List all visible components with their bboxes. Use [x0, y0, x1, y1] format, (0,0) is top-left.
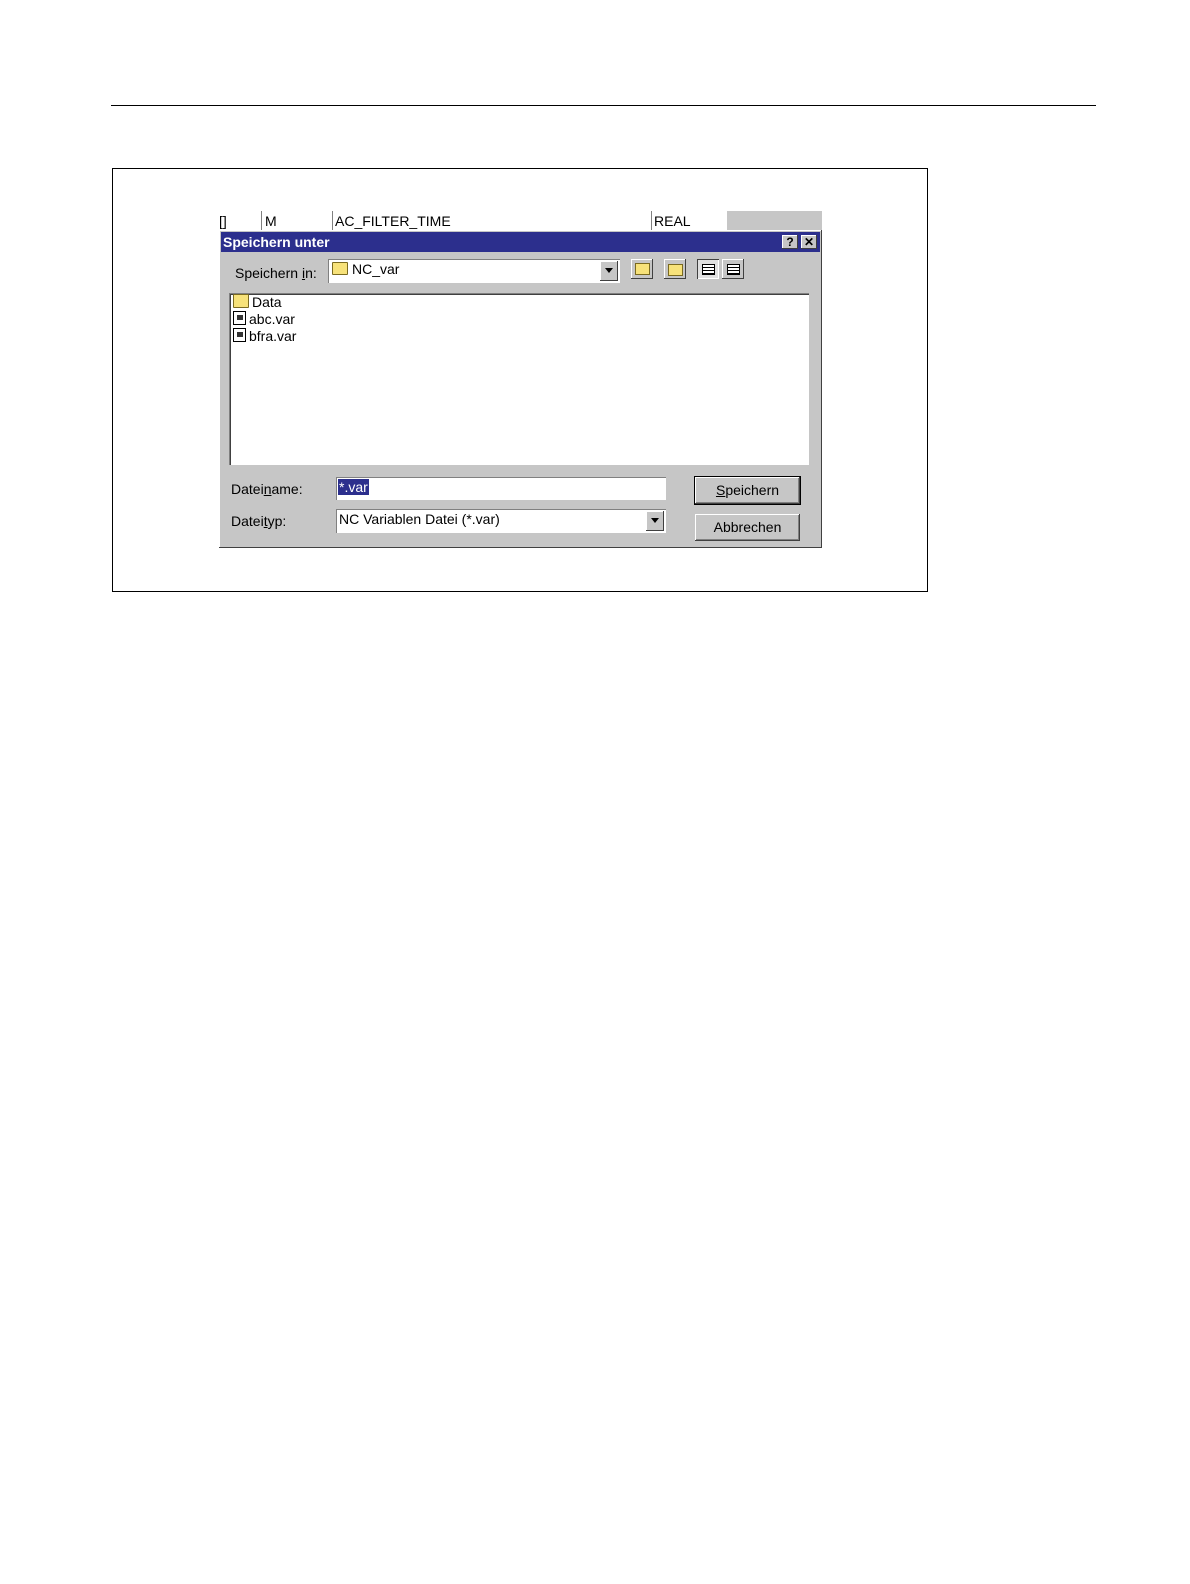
folder-up-icon [635, 263, 650, 275]
new-folder-button[interactable] [664, 259, 686, 279]
table-cell-datatype: REAL [654, 213, 691, 229]
table-cell-index: [] [219, 213, 227, 229]
save-in-value: NC_var [352, 261, 400, 277]
filetype-select[interactable]: NC Variablen Datei (*.var) [336, 509, 666, 533]
chevron-down-icon [605, 268, 613, 273]
filetype-value: NC Variablen Datei (*.var) [339, 511, 500, 527]
folder-icon [233, 294, 249, 308]
file-icon [233, 328, 246, 342]
close-button[interactable]: ✕ [801, 235, 817, 249]
file-icon [233, 311, 246, 325]
save-button[interactable]: Speichern [694, 476, 801, 505]
dialog-titlebar: Speichern unter ? ✕ [221, 232, 820, 252]
chevron-down-icon [651, 518, 659, 523]
filename-label: Dateiname: [231, 481, 303, 497]
details-view-icon [727, 264, 740, 275]
details-view-button[interactable] [722, 259, 744, 279]
background-table-row: [] M AC_FILTER_TIME REAL [219, 211, 822, 230]
save-as-dialog: Speichern unter ? ✕ Speichern in: NC_var… [219, 230, 822, 548]
save-in-label: Speichern in: [235, 265, 317, 281]
save-in-combo[interactable]: NC_var [328, 259, 620, 283]
cancel-button[interactable]: Abbrechen [695, 514, 800, 541]
list-item[interactable]: Data [233, 294, 282, 311]
help-button[interactable]: ? [782, 235, 798, 249]
table-cell-type: M [265, 213, 277, 229]
folder-icon [332, 262, 348, 275]
list-view-button[interactable] [697, 259, 719, 279]
file-list[interactable]: Data abc.var bfra.var [229, 293, 809, 465]
new-folder-icon [668, 264, 683, 276]
filetype-dropdown-button[interactable] [646, 511, 664, 531]
up-one-level-button[interactable] [631, 259, 653, 279]
save-in-dropdown-button[interactable] [600, 261, 618, 281]
filename-input[interactable]: *.var [336, 477, 666, 500]
list-view-icon [702, 264, 715, 275]
table-cell-name: AC_FILTER_TIME [335, 213, 451, 229]
list-item[interactable]: bfra.var [233, 328, 296, 345]
dialog-title: Speichern unter [223, 234, 330, 250]
list-item[interactable]: abc.var [233, 311, 295, 328]
page-header-rule [111, 105, 1096, 106]
filetype-label: Dateityp: [231, 513, 287, 529]
table-cell-empty [726, 211, 749, 230]
